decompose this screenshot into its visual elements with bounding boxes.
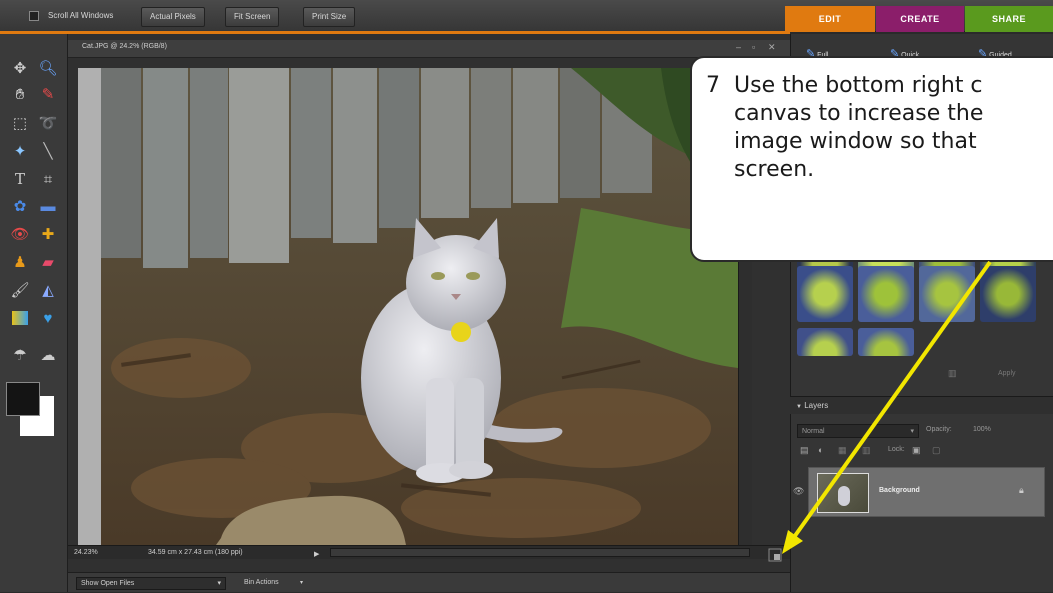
opacity-label: Opacity:: [926, 426, 952, 433]
straighten-tool-icon[interactable]: ▬: [36, 194, 60, 218]
project-bin-bar: Show Open Files ▾ Bin Actions ▾: [68, 572, 790, 592]
scroll-all-label: Scroll All Windows: [48, 11, 114, 20]
toolbox: ✥ 🔍︎ ✋︎ ✎ ⬚ ➰ ✦ ╲ T ⌗ ✿ ▬ 👁︎ ✚ ♟ ▰ 🖌︎ ◭ …: [0, 34, 68, 592]
scroll-all-checkbox[interactable]: [29, 11, 39, 21]
tab-create[interactable]: CREATE: [876, 6, 964, 32]
cat-photo-illustration: [101, 68, 738, 545]
link-icon[interactable]: ▦: [838, 445, 847, 456]
blend-mode-value: Normal: [802, 428, 825, 435]
bin-actions-menu[interactable]: Bin Actions: [244, 573, 279, 593]
callout-text: 7 Use the bottom right c canvas to incre…: [706, 72, 1053, 184]
resize-grip-icon: [768, 548, 782, 562]
layer-row-background[interactable]: 👁︎ Background 🔒︎: [793, 467, 1045, 517]
custom-shape-tool-icon[interactable]: ♥: [36, 306, 60, 330]
cat-photo[interactable]: [101, 68, 738, 545]
sponge-tool-icon[interactable]: ☁: [36, 343, 60, 367]
effect-thumbnail[interactable]: [858, 266, 914, 322]
actual-pixels-button[interactable]: Actual Pixels: [141, 7, 205, 27]
callout-line-1: 7 Use the bottom right c: [706, 72, 1053, 100]
healing-brush-tool-icon[interactable]: ✚: [36, 222, 60, 246]
eyedropper-tool-icon[interactable]: ✎: [36, 82, 60, 106]
status-menu-arrow-icon[interactable]: ▶: [314, 548, 319, 561]
tab-create-label: CREATE: [900, 14, 940, 24]
effect-thumbnail[interactable]: [858, 328, 914, 356]
minimize-icon[interactable]: –: [736, 42, 741, 52]
bin-actions-arrow-icon: ▾: [300, 580, 304, 586]
layers-panel-header[interactable]: ▼ Layers: [790, 396, 1053, 414]
blend-mode-dropdown[interactable]: Normal ▾: [797, 424, 919, 438]
lasso-tool-icon[interactable]: ➰: [36, 111, 60, 135]
print-size-button[interactable]: Print Size: [303, 7, 356, 27]
brush-tool-icon[interactable]: 🖌︎: [8, 278, 32, 302]
zoom-tool-icon[interactable]: 🔍︎: [36, 56, 60, 80]
lock-all-icon[interactable]: ▢: [932, 445, 941, 456]
eraser-tool-icon[interactable]: ▰: [36, 250, 60, 274]
document-dimensions: 34.59 cm x 27.43 cm (180 ppi): [148, 549, 243, 556]
lock-pixels-icon[interactable]: ▣: [912, 445, 921, 456]
crop-tool-icon[interactable]: ⌗: [36, 167, 60, 191]
paint-bucket-tool-icon[interactable]: ◭: [36, 278, 60, 302]
tab-edit-label: EDIT: [818, 14, 842, 24]
layer-thumbnail: [817, 473, 869, 513]
chevron-down-icon: ▾: [910, 428, 914, 435]
marquee-tool-icon[interactable]: ⬚: [8, 111, 32, 135]
tab-share-label: SHARE: [991, 14, 1026, 24]
callout-line-4: screen.: [734, 157, 815, 182]
visibility-eye-icon[interactable]: 👁︎: [793, 486, 804, 497]
chevron-down-icon: ▾: [217, 580, 221, 587]
adjustment-layer-icon[interactable]: ◐: [818, 445, 823, 455]
effect-thumbnail[interactable]: [980, 266, 1036, 322]
apply-button[interactable]: Apply: [998, 370, 1016, 377]
trash-icon[interactable]: ▥: [948, 368, 957, 379]
blur-tool-icon[interactable]: ☂: [8, 343, 32, 367]
step-number: 7: [706, 73, 720, 98]
callout-line-1-text: Use the bottom right c: [734, 73, 983, 98]
tab-share[interactable]: SHARE: [965, 6, 1053, 32]
show-open-files-dropdown[interactable]: Show Open Files ▾: [76, 577, 226, 590]
clone-stamp-tool-icon[interactable]: ♟: [8, 250, 32, 274]
horizontal-scrollbar[interactable]: [330, 548, 750, 557]
effect-thumbnail[interactable]: [919, 266, 975, 322]
type-tool-icon[interactable]: T: [8, 167, 32, 191]
zoom-readout[interactable]: 24.23%: [74, 546, 98, 559]
effect-thumbnail[interactable]: [797, 266, 853, 322]
options-bar: Scroll All Windows Actual Pixels Fit Scr…: [0, 0, 1053, 32]
image-window-titlebar[interactable]: Cat.JPG @ 24.2% (RGB/8) – ▫ ✕: [68, 40, 790, 58]
maximize-icon[interactable]: ▫: [752, 42, 755, 52]
move-tool-icon[interactable]: ✥: [8, 56, 32, 80]
callout-line-2: canvas to increase the: [734, 101, 984, 126]
gradient-tool-icon[interactable]: [8, 306, 32, 330]
red-eye-tool-icon[interactable]: 👁︎: [8, 222, 32, 246]
foreground-color-swatch-top: [6, 382, 40, 416]
callout-line-3: image window so that: [734, 129, 977, 154]
delete-layer-icon[interactable]: ▥: [862, 445, 871, 456]
opacity-value[interactable]: 100%: [973, 426, 991, 433]
canvas-border: [78, 68, 101, 545]
effect-thumbnail[interactable]: [797, 328, 853, 356]
layer-name: Background: [879, 487, 920, 494]
cookie-cutter-tool-icon[interactable]: ✿: [8, 194, 32, 218]
status-bar: 24.23% 34.59 cm x 27.43 cm (180 ppi) ▶: [68, 545, 790, 559]
quick-selection-tool-icon[interactable]: ╲: [36, 139, 60, 163]
document-title: Cat.JPG @ 24.2% (RGB/8): [82, 43, 167, 50]
hand-tool-icon[interactable]: ✋︎: [8, 82, 32, 106]
resize-handle[interactable]: [768, 548, 782, 562]
layer-lock-icon: 🔒︎: [1019, 485, 1024, 495]
instruction-callout: 7 Use the bottom right c canvas to incre…: [690, 56, 1053, 262]
lock-label: Lock:: [888, 446, 905, 453]
new-layer-icon[interactable]: ▤: [800, 445, 809, 456]
layers-panel-title: Layers: [804, 401, 829, 410]
close-icon[interactable]: ✕: [768, 42, 776, 53]
tab-edit[interactable]: EDIT: [785, 6, 875, 32]
show-open-files-label: Show Open Files: [81, 580, 135, 587]
fit-screen-button[interactable]: Fit Screen: [225, 7, 280, 27]
magic-wand-tool-icon[interactable]: ✦: [8, 139, 32, 163]
collapse-arrow-icon: ▼: [796, 404, 802, 410]
